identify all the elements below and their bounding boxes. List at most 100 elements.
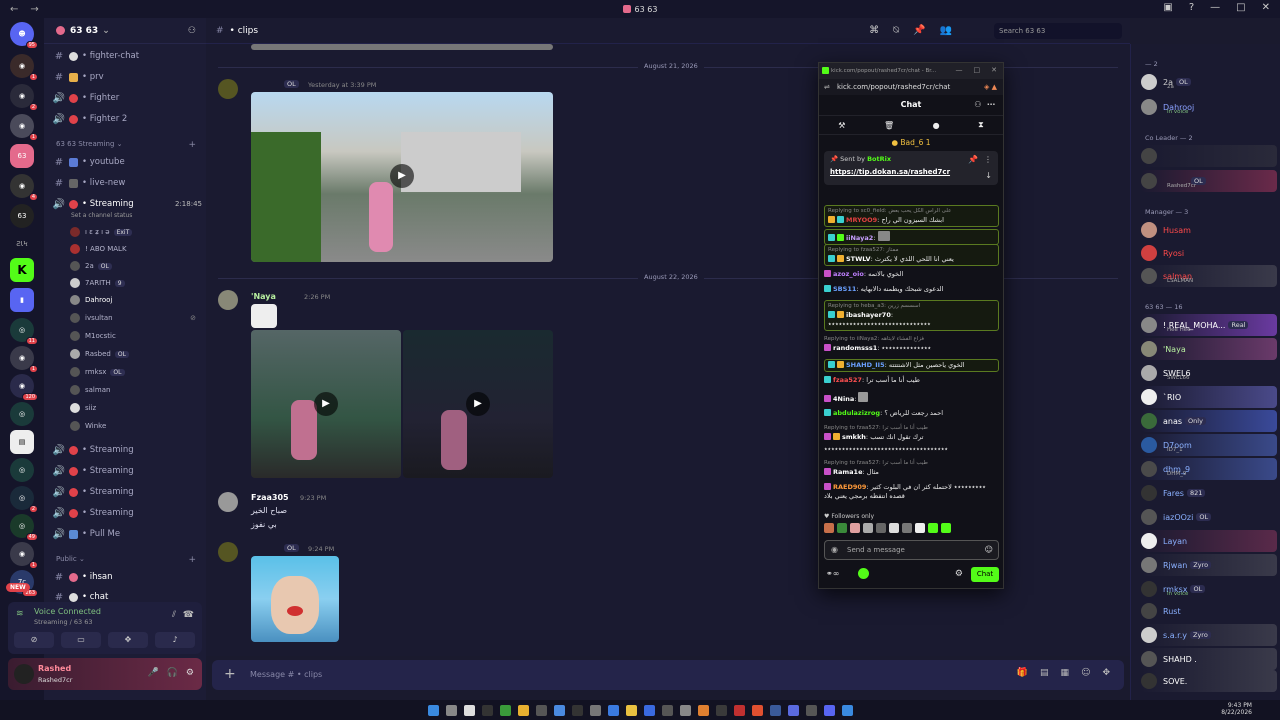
sent-by-user[interactable]: BotRix (867, 155, 891, 163)
play-icon[interactable]: ▶ (390, 164, 414, 188)
minimize-button[interactable]: — (956, 66, 963, 74)
server-icon[interactable]: ƧƖϞ (10, 232, 34, 256)
screen-share-button[interactable]: ▭ (61, 632, 101, 648)
brave-icon[interactable] (751, 704, 763, 716)
add-attachment-button[interactable]: + (224, 666, 236, 682)
extensions-icon[interactable]: ◈ ▲ (984, 83, 997, 91)
user-panel[interactable]: Rashed Rashed7cr 🎤 🎧 ⚙ (8, 658, 202, 690)
chat-username[interactable]: 4Nina (833, 395, 854, 403)
member-item[interactable]: D7oom ID7_1 (1141, 434, 1277, 456)
app-icon[interactable] (535, 704, 547, 716)
voice-user[interactable]: 7ARITH 9 (70, 276, 200, 290)
channel-streaming[interactable]: 🔊 • Streaming (52, 462, 202, 480)
image-attachment[interactable] (251, 556, 339, 642)
microphone-icon[interactable]: 🎤 (147, 668, 158, 678)
more-icon[interactable]: ⋮ (984, 155, 992, 164)
channel-streaming[interactable]: 🔊 • Streaming (52, 441, 202, 459)
server-icon[interactable]: ◉ 1 (10, 346, 38, 373)
channel-youtube[interactable]: # • youtube (52, 153, 202, 171)
voice-user[interactable]: Dahrooj (70, 293, 200, 307)
member-item[interactable]: `RIO (1141, 386, 1277, 408)
sticker-image[interactable] (251, 304, 277, 328)
url-bar[interactable]: ⇌ kick.com/popout/rashed7cr/chat ◈ ▲ (819, 79, 1003, 95)
server-icon[interactable]: ◎ 49 (10, 514, 38, 541)
pin-icon[interactable]: 📌 (913, 25, 925, 36)
member-item[interactable]: Fares 821 (1141, 482, 1277, 504)
server-icon-active[interactable]: 63 (10, 144, 34, 168)
invite-icon[interactable]: ⚇ (188, 26, 196, 36)
emote-icon[interactable] (837, 523, 847, 533)
help-icon[interactable]: ? (1189, 2, 1194, 13)
gear-icon[interactable]: ⚙ (955, 569, 963, 579)
server-icon[interactable]: ◉ 1 (10, 114, 38, 141)
pinned-message[interactable]: 📌 Sent by BotRix https://tip.dokan.sa/ra… (824, 151, 998, 185)
chat-username[interactable]: SBS11 (833, 285, 856, 293)
member-item[interactable] (1141, 145, 1277, 167)
system-clock[interactable]: 9:43 PM 8/22/2026 (1221, 702, 1252, 716)
app-icon[interactable] (661, 704, 673, 716)
gif-icon[interactable]: ▤ (1040, 668, 1049, 678)
avatar[interactable] (218, 290, 238, 310)
tip-link[interactable]: https://tip.dokan.sa/rashed7cr (830, 168, 992, 176)
chat-message[interactable]: Replying to iiNaya2: فزاع الفشاء لايتاهه… (824, 335, 999, 353)
chat-message[interactable]: 4Nina: (824, 392, 999, 404)
app-icon[interactable] (589, 704, 601, 716)
chat-input[interactable]: ◉ Send a message ☺ (824, 540, 999, 560)
member-item[interactable]: dhm_9 DHM_9 (1141, 458, 1277, 480)
app-icon[interactable] (607, 704, 619, 716)
chat-username[interactable]: RAED909 (833, 483, 866, 491)
gift-icon[interactable]: 🎁 (1017, 668, 1028, 678)
member-item[interactable]: s.a.r.y Zyro (1141, 624, 1277, 646)
chrome-icon[interactable] (553, 704, 565, 716)
link-icon[interactable]: ⚭∞ (826, 569, 839, 578)
notification-mute-icon[interactable]: ⍉ (893, 25, 899, 36)
chat-message[interactable]: azoz_oio: الخوي بالاتمه (824, 270, 999, 279)
voice-user[interactable]: ivsultan ⊘ (70, 311, 200, 325)
voice-user[interactable]: ı ɛ ʑ ı ə ExiT (70, 225, 200, 239)
task-view-icon[interactable] (463, 704, 475, 716)
app-icon[interactable] (643, 704, 655, 716)
gear-icon[interactable]: ⚙ (186, 668, 194, 678)
app-icon[interactable] (805, 704, 817, 716)
voice-user[interactable]: ! ABO MALK (70, 242, 200, 256)
emote-icon[interactable] (876, 523, 886, 533)
member-item[interactable]: Ryosi (1141, 242, 1277, 264)
member-item[interactable]: SWEL6 SWEL66 (1141, 362, 1277, 384)
play-icon[interactable]: ▶ (466, 392, 490, 416)
server-icon[interactable]: 63 (10, 204, 34, 228)
app-icon[interactable] (733, 704, 745, 716)
more-icon[interactable]: ⋯ (987, 100, 995, 109)
app-icon[interactable] (697, 704, 709, 716)
headphones-icon[interactable]: 🎧 (167, 668, 178, 678)
emote-icon[interactable] (915, 523, 925, 533)
voice-user[interactable]: rmksx OL (70, 365, 200, 379)
channel-ihsan[interactable]: # • ihsan (52, 568, 202, 586)
emote-icon[interactable] (941, 523, 951, 533)
chat-message[interactable]: Replying to fzaa527: طيب أنا ما أسب ترا R… (824, 459, 999, 477)
user-settings-icon[interactable]: ⚇ (974, 100, 981, 109)
member-item[interactable]: iazOOzi OL (1141, 506, 1277, 528)
maximize-button[interactable]: □ (1236, 2, 1245, 13)
member-item[interactable]: Rjwan Zyro (1141, 554, 1277, 576)
app-icon[interactable] (841, 704, 853, 716)
avatar[interactable] (218, 79, 238, 99)
close-button[interactable]: ✕ (1262, 2, 1270, 13)
category-public[interactable]: Public ⌄ + (56, 555, 196, 565)
minimize-button[interactable]: — (1210, 2, 1220, 13)
message-input[interactable]: Message # • clips (250, 670, 322, 679)
sticker-icon[interactable]: ▦ (1061, 668, 1070, 678)
image-attachment[interactable] (251, 44, 553, 50)
emote-icon[interactable] (902, 523, 912, 533)
emoji-icon[interactable]: ☺ (1081, 668, 1090, 678)
trash-icon[interactable]: 🗑 (884, 121, 894, 130)
chat-message[interactable]: abdulazizrog: احمد رجعت للرياض ؟ (824, 409, 999, 418)
video-attachment[interactable]: ▶ (251, 92, 553, 262)
channel-prv[interactable]: # • prv (52, 68, 202, 86)
hourglass-icon[interactable]: ⧗ (978, 120, 984, 130)
soundboard-button[interactable]: ♪ (155, 632, 195, 648)
channel-streaming-active[interactable]: 🔊 • Streaming 2:18:45 (52, 195, 202, 213)
channel-fighter[interactable]: 🔊 • Fighter (52, 89, 202, 107)
app-icon[interactable] (679, 704, 691, 716)
member-item[interactable]: Dahrooj In voice (1141, 96, 1277, 118)
member-item[interactable]: OL Rashed7cr (1141, 170, 1277, 192)
